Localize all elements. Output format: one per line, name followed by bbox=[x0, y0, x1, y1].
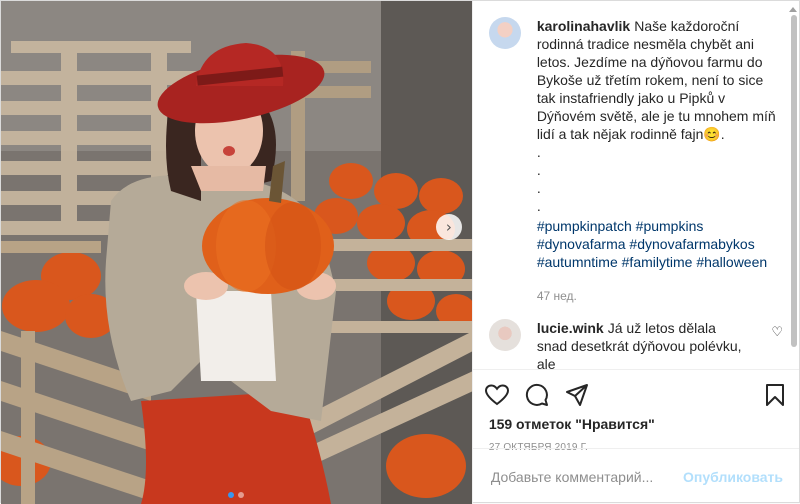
comments-scrollbar[interactable] bbox=[789, 7, 797, 369]
scroll-up-icon[interactable] bbox=[789, 7, 797, 12]
caption-time[interactable]: 47 нед. bbox=[537, 287, 782, 305]
hashtag[interactable]: #halloween bbox=[696, 254, 767, 270]
comment-body: lucie.wink Já už letos dělala snad desetk… bbox=[537, 319, 747, 369]
hashtags: #pumpkinpatch #pumpkins #dynovafarma #dy… bbox=[537, 217, 782, 271]
likes-count[interactable]: 159 отметок "Нравится" bbox=[485, 416, 787, 432]
comment-username[interactable]: lucie.wink bbox=[537, 320, 604, 336]
avatar[interactable] bbox=[488, 17, 521, 49]
caption-body: karolinahavlik Naše každoroční rodinná tr… bbox=[537, 17, 782, 305]
comment-like-icon[interactable]: ♡ bbox=[771, 325, 783, 340]
carousel-next-button[interactable]: › bbox=[435, 214, 462, 240]
comment-item: lucie.wink Já už letos dělala snad desetk… bbox=[488, 319, 783, 369]
post-sidebar: karolinahavlik Naše každoroční rodinná tr… bbox=[471, 1, 799, 504]
caption-username[interactable]: karolinahavlik bbox=[537, 18, 630, 34]
scroll-thumb[interactable] bbox=[791, 15, 797, 347]
comment-input[interactable] bbox=[488, 467, 684, 486]
post-dialog: › karolinahavlik Naše každoroční rodinná … bbox=[0, 0, 800, 504]
hashtag[interactable]: #dynovafarmabykos bbox=[629, 236, 754, 252]
hashtag[interactable]: #dynovafarma bbox=[537, 236, 626, 252]
caption: karolinahavlik Naše každoroční rodinná tr… bbox=[488, 17, 783, 305]
hashtag[interactable]: #pumpkins bbox=[636, 218, 704, 234]
action-bar: 159 отметок "Нравится" 27 ОКТЯБРЯ 2019 Г… bbox=[472, 369, 799, 453]
photo-image bbox=[1, 1, 472, 504]
bookmark-icon[interactable] bbox=[763, 383, 787, 407]
carousel-dot-1 bbox=[228, 492, 235, 498]
carousel-dot-2 bbox=[238, 492, 245, 498]
publish-button[interactable]: Опубликовать bbox=[683, 469, 783, 485]
comment-icon[interactable] bbox=[525, 383, 549, 407]
caption-text: Naše každoroční rodinná tradice nesměla … bbox=[536, 18, 776, 214]
hashtag[interactable]: #autumntime bbox=[537, 254, 618, 270]
add-comment-form: Опубликовать bbox=[472, 448, 799, 504]
avatar[interactable] bbox=[488, 319, 521, 351]
share-icon[interactable] bbox=[565, 383, 589, 407]
chevron-right-icon: › bbox=[445, 218, 452, 236]
comments-section: karolinahavlik Naše každoroční rodinná tr… bbox=[473, 1, 799, 369]
heart-icon[interactable] bbox=[484, 383, 509, 407]
hashtag[interactable]: #pumpkinpatch bbox=[537, 218, 632, 234]
carousel-dots bbox=[1, 492, 472, 498]
post-photo[interactable]: › bbox=[1, 1, 472, 504]
hashtag[interactable]: #familytime bbox=[622, 254, 693, 270]
action-row bbox=[484, 376, 787, 414]
